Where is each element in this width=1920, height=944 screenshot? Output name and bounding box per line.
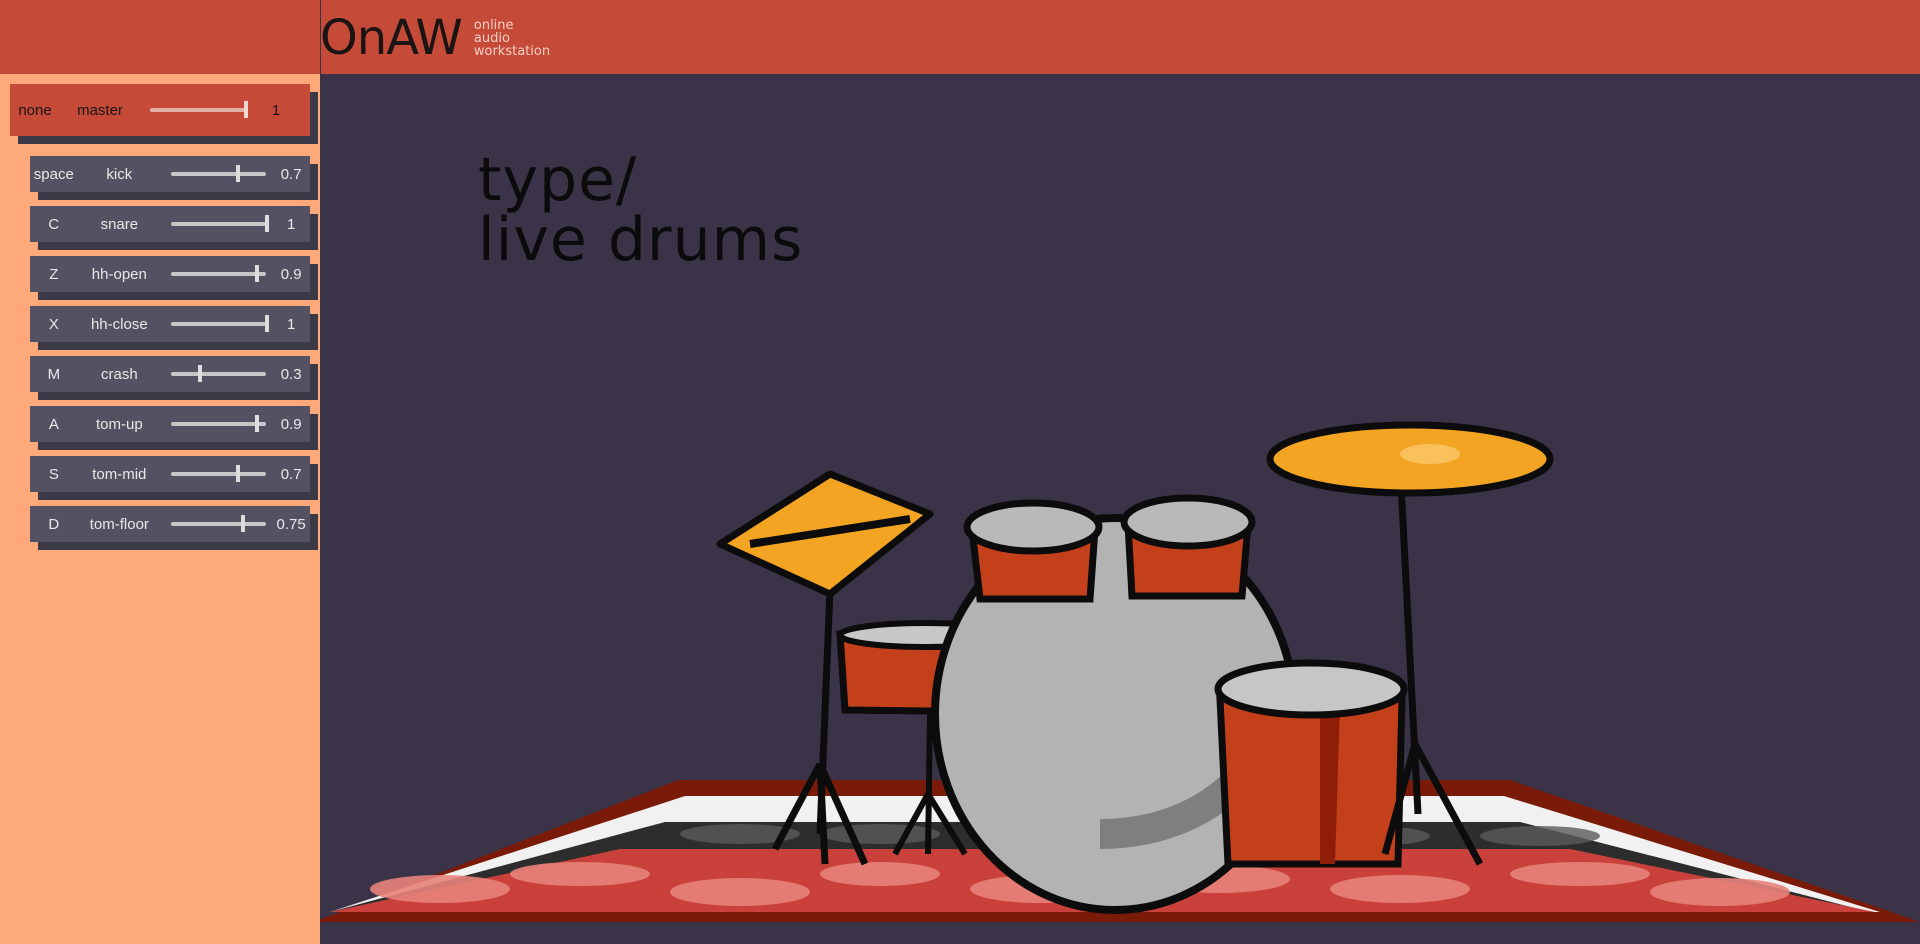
logo-sub-line-2: audio bbox=[473, 30, 510, 46]
slider-rail bbox=[171, 222, 267, 226]
slider-thumb[interactable] bbox=[265, 315, 270, 332]
track-key: M bbox=[47, 365, 61, 383]
track-name: hh-open bbox=[91, 265, 147, 283]
slider-rail bbox=[171, 322, 267, 326]
track-key: C bbox=[48, 215, 60, 233]
track-channel-crash[interactable]: Mcrash 0.3 bbox=[30, 356, 318, 400]
slider-thumb[interactable] bbox=[255, 415, 260, 432]
track-channel-hh-open[interactable]: Zhh-open 0.9 bbox=[30, 256, 318, 300]
track-volume-slider[interactable] bbox=[171, 264, 267, 284]
slider-thumb[interactable] bbox=[236, 165, 241, 182]
logo-sub-line-3: workstation bbox=[473, 43, 551, 59]
track-value: 0.9 bbox=[280, 415, 302, 433]
slider-thumb[interactable] bbox=[244, 101, 248, 118]
track-value: 0.7 bbox=[280, 465, 302, 483]
slider-thumb[interactable] bbox=[265, 215, 270, 232]
track-volume-slider[interactable] bbox=[171, 314, 270, 334]
slider-rail bbox=[171, 372, 267, 376]
logo-subtitle: online audio workstation bbox=[474, 19, 550, 58]
track-channel-snare[interactable]: Csnare 1 bbox=[30, 206, 318, 250]
master-channel[interactable]: none master 1 bbox=[10, 84, 318, 144]
track-name: tom-up bbox=[95, 415, 143, 433]
track-name: hh-close bbox=[90, 315, 148, 333]
logo-sub-line-1: online bbox=[473, 17, 514, 33]
track-volume-slider[interactable] bbox=[171, 364, 267, 384]
track-volume-slider[interactable] bbox=[171, 464, 267, 484]
slider-rail bbox=[171, 472, 267, 476]
track-name: tom-floor bbox=[89, 515, 149, 533]
slider-rail bbox=[171, 272, 267, 276]
track-volume-slider[interactable] bbox=[171, 514, 267, 534]
track-channel-hh-close[interactable]: Xhh-close 1 bbox=[30, 306, 318, 350]
track-key: D bbox=[48, 515, 60, 533]
track-channel-tom-up[interactable]: Atom-up 0.9 bbox=[30, 406, 318, 450]
track-key: Z bbox=[49, 265, 59, 283]
drum-kit-illustration bbox=[320, 421, 1920, 922]
top-bar: OnAW online audio workstation bbox=[0, 0, 1920, 74]
track-volume-slider[interactable] bbox=[171, 214, 270, 234]
track-key: space bbox=[33, 165, 74, 183]
track-value: 0.3 bbox=[280, 365, 302, 383]
track-value: 0.75 bbox=[276, 515, 306, 533]
slider-thumb[interactable] bbox=[236, 465, 241, 482]
mixer-sidebar: none master 1 space kick 0.7 Csnare 1 Zhh-ope… bbox=[0, 74, 320, 944]
track-volume-slider[interactable] bbox=[171, 414, 267, 434]
track-value: 0.7 bbox=[280, 165, 302, 183]
track-name: crash bbox=[100, 365, 138, 383]
master-volume-slider[interactable] bbox=[150, 100, 248, 120]
logo-text: OnAW bbox=[320, 10, 463, 66]
floor-tom bbox=[1214, 659, 1408, 868]
track-channel-tom-floor[interactable]: Dtom-floor 0.75 bbox=[30, 506, 318, 550]
track-key: S bbox=[48, 465, 59, 483]
track-key: A bbox=[48, 415, 59, 433]
track-name: snare bbox=[100, 215, 139, 233]
track-volume-slider[interactable] bbox=[171, 164, 267, 184]
master-key: none bbox=[18, 101, 52, 119]
slider-rail bbox=[171, 172, 267, 176]
slider-thumb[interactable] bbox=[197, 365, 202, 382]
slider-rail bbox=[171, 522, 267, 526]
track-key: X bbox=[48, 315, 59, 333]
track-channel-kick[interactable]: space kick 0.7 bbox=[30, 156, 318, 200]
app-logo[interactable]: OnAW online audio workstation bbox=[320, 8, 550, 68]
track-channel-tom-mid[interactable]: Stom-mid 0.7 bbox=[30, 456, 318, 500]
track-value: 1 bbox=[286, 215, 296, 233]
track-value: 0.9 bbox=[280, 265, 302, 283]
master-value: 1 bbox=[271, 101, 281, 119]
track-name: tom-mid bbox=[92, 465, 147, 483]
slider-rail bbox=[150, 108, 246, 112]
track-name: kick bbox=[106, 165, 133, 183]
slider-thumb[interactable] bbox=[255, 265, 260, 282]
slider-rail bbox=[171, 422, 267, 426]
track-value: 1 bbox=[286, 315, 296, 333]
master-name: master bbox=[77, 101, 123, 119]
slider-thumb[interactable] bbox=[241, 515, 246, 532]
